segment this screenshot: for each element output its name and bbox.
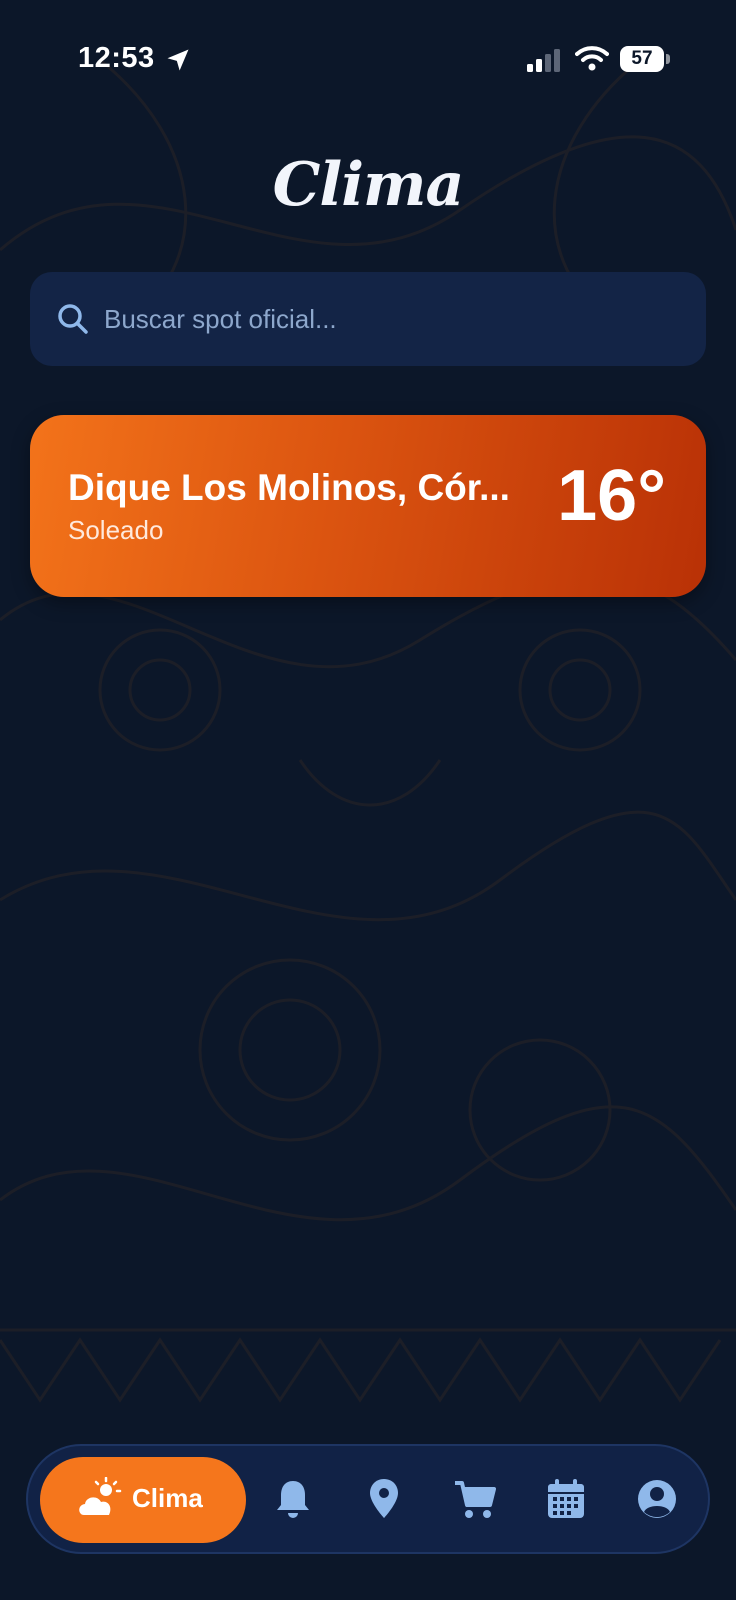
search-icon: [58, 304, 88, 334]
nav-shop-button[interactable]: [450, 1474, 500, 1524]
status-time: 12:53: [78, 42, 155, 74]
card-temperature: 16°: [557, 456, 666, 536]
calendar-icon: [548, 1479, 584, 1518]
profile-icon: [638, 1480, 676, 1518]
bell-icon: [277, 1481, 309, 1518]
nav-calendar-button[interactable]: [541, 1474, 591, 1524]
battery-icon: 57: [620, 46, 670, 74]
weather-card[interactable]: Dique Los Molinos, Cór... Soleado 16°: [30, 415, 706, 597]
nav-profile-button[interactable]: [632, 1474, 682, 1524]
battery-level: 57: [631, 48, 653, 69]
bottom-nav: Clima: [26, 1444, 710, 1554]
cellular-signal-icon: [527, 49, 560, 72]
cart-icon: [455, 1481, 496, 1518]
nav-notifications-button[interactable]: [268, 1474, 318, 1524]
location-pin-icon: [370, 1479, 398, 1518]
search-input[interactable]: [104, 294, 684, 344]
card-location: Dique Los Molinos, Cór...: [68, 467, 510, 508]
location-arrow-icon: [167, 49, 189, 71]
background-pattern: [0, 58, 736, 1403]
card-condition: Soleado: [68, 515, 164, 545]
weather-icon: [79, 1477, 122, 1515]
nav-clima-button[interactable]: Clima: [40, 1457, 246, 1543]
nav-clima-label: Clima: [132, 1483, 203, 1513]
nav-spots-button[interactable]: [359, 1474, 409, 1524]
search-bar[interactable]: [30, 272, 706, 366]
wifi-icon: [575, 46, 609, 71]
app-logo: Clima: [272, 150, 465, 220]
status-bar: 12:53 57: [0, 0, 736, 120]
